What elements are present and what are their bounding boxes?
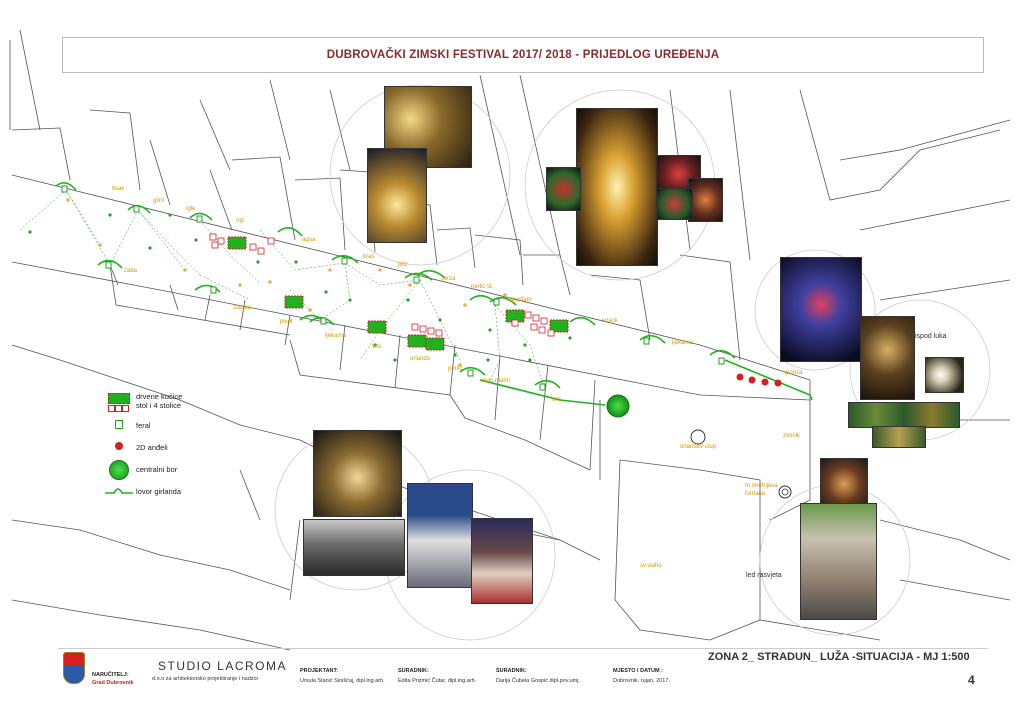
photo-light-ball <box>925 357 964 393</box>
sponza-garland <box>724 359 813 401</box>
central-tree <box>606 394 630 418</box>
footer-suradnik1-value: Edita Prizmić Čutar, dipl.ing.arh. <box>398 678 477 684</box>
photo-market-glow <box>313 430 402 517</box>
footer-suradnik2-value: Darija Čubela Gospić dipl.pov.umj. <box>496 678 580 684</box>
label-vilo: vilo <box>372 344 382 350</box>
label-fontana: m.onofrijeva fontana <box>745 483 778 497</box>
footer-mjesto-label: MJESTO I DATUM : <box>613 668 663 674</box>
city-crest-icon <box>63 652 85 684</box>
lantern-icon <box>104 415 136 435</box>
footer-projektant-value: Ursula Stanić Siniščaj, dipl.ing.arh. <box>300 678 385 684</box>
label-algoritam: algoritam <box>507 297 532 303</box>
footer-narucitelj-value: Grad Dubrovnik <box>92 680 134 686</box>
legend-label-angels: 2D anđeli <box>136 442 168 452</box>
label-ispod-luka: ispod luka <box>915 333 947 340</box>
legend-item-angels: 2D anđeli <box>104 436 244 458</box>
label-sv-vlaho: sv.vlaho <box>640 563 662 569</box>
title-box: DUBROVAČKI ZIMSKI FESTIVAL 2017/ 2018 - … <box>62 37 984 73</box>
label-zlatara: zlatara <box>233 305 252 311</box>
label-aqua: aqua <box>302 237 316 243</box>
footer-suradnik2-label: SURADNIK: <box>496 668 527 674</box>
photo-fountain-arch <box>800 503 877 620</box>
label-perlic: perlić <box>448 366 463 372</box>
laurel-garland-icon <box>104 481 136 501</box>
label-pivot: pivot <box>280 319 293 325</box>
photo-garland-2 <box>872 426 926 448</box>
label-oris: oris <box>552 397 562 403</box>
orlando-column <box>690 429 706 445</box>
footer-studio-name: STUDIO LACROMA <box>158 659 288 673</box>
legend-item-central-tree: centralni bor <box>104 458 244 480</box>
page-title: DUBROVAČKI ZIMSKI FESTIVAL 2017/ 2018 - … <box>326 49 720 61</box>
photo-tents-1 <box>407 483 473 588</box>
photo-glass-pavilion <box>303 519 405 576</box>
label-ljekarna-mid: ljekarna <box>325 333 347 339</box>
label-glint: glint <box>153 198 165 204</box>
label-kras: kraš <box>363 254 375 260</box>
label-pbz: pbz <box>398 262 408 268</box>
photo-wreath-1 <box>546 167 581 211</box>
footer-projektant-label: PROJEKTANT: <box>300 668 339 674</box>
label-otp: otp <box>236 218 245 224</box>
photo-angel <box>780 257 862 362</box>
label-igle: igle <box>186 206 196 212</box>
legend-item-wooden-house: drvene kućice stol i 4 stolice <box>104 388 244 414</box>
light-strings <box>19 189 546 391</box>
legend-item-garland: lovor girlanda <box>104 480 244 502</box>
angel-icon <box>104 437 136 457</box>
footer-divider <box>58 648 988 649</box>
photo-garland <box>848 402 960 428</box>
wooden-house-icon <box>104 391 136 412</box>
legend-label-feral: feral <box>136 420 151 430</box>
photo-ornaments-2 <box>688 178 723 222</box>
page-number: 4 <box>968 673 975 687</box>
central-tree-icon <box>104 459 136 480</box>
footer-studio-sub: d.o.o za arhitektonsko projektiranje i n… <box>152 676 259 682</box>
label-led-rasvjeta: led rasvjeta <box>746 572 782 579</box>
legend-item-feral: feral <box>104 414 244 436</box>
legend-label-central-tree: centralni bor <box>136 464 178 474</box>
label-maraschino: mas.marin <box>482 378 511 384</box>
label-tisak: tisak <box>112 186 125 192</box>
footer-suradnik1-label: SURADNIK: <box>398 668 429 674</box>
label-terza: terza <box>442 276 456 282</box>
photo-christmas-tree <box>576 108 658 266</box>
legend: drvene kućice stol i 4 stolice feral 2D … <box>104 388 244 502</box>
footer-narucitelj-label: NARUČITELJ: <box>92 672 129 678</box>
photo-light-house <box>367 148 427 243</box>
footer-mjesto-value: Dubrovnik, rujan, 2017. <box>613 678 670 684</box>
legend-label-houses: drvene kućice <box>136 392 183 401</box>
photo-ornaments-3 <box>656 188 693 220</box>
legend-label-tables: stol i 4 stolice <box>136 401 182 410</box>
label-zaba: zaba <box>124 268 138 274</box>
label-ljekarna-right: ljekarna <box>672 340 694 346</box>
label-perlic-st: perlić st. <box>471 284 494 290</box>
label-snack: snack <box>602 318 618 324</box>
zone-title: ZONA 2_ STRADUN_ LUŽA -SITUACIJA - MJ 1:… <box>708 651 970 663</box>
label-orlando: orlando <box>410 356 431 362</box>
label-zvonik: zvonik <box>783 433 801 439</box>
legend-label-garland: lovor girlanda <box>136 486 182 496</box>
photo-tents-2 <box>471 518 533 604</box>
label-orlandov-stup: orlandov stup <box>680 444 717 450</box>
label-sponza: sponza <box>783 370 803 376</box>
photo-arch-lamp <box>860 316 915 400</box>
